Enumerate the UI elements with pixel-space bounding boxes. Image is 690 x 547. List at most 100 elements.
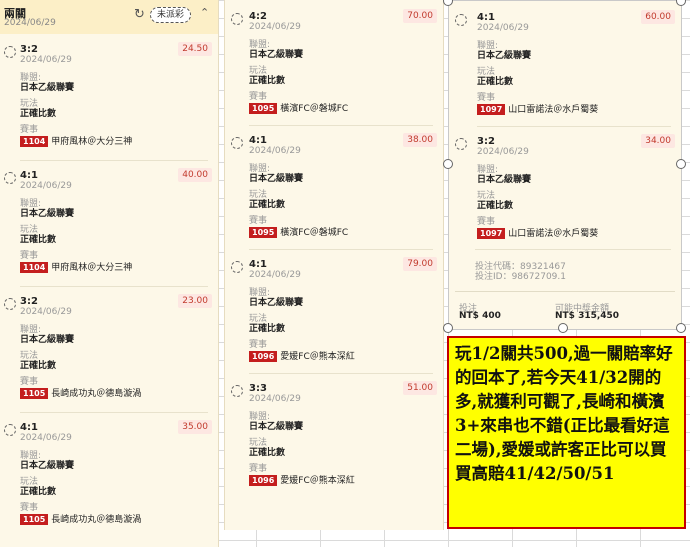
odds-badge: 51.00 <box>403 381 437 395</box>
bet-card[interactable]: 3:2 2024/06/29 23.00 聯盟: 日本乙級聯賽 玩法 正確比數 賽事 1105 長… <box>0 290 218 416</box>
match-teams: 甲府風林＠大分三神 <box>51 137 133 147</box>
odds-badge: 60.00 <box>641 10 675 24</box>
league-value: 日本乙級聯賽 <box>20 83 75 93</box>
league-value: 日本乙級聯賽 <box>249 298 304 308</box>
bet-card[interactable]: 3:2 2024/06/29 24.50 聯盟: 日本乙級聯賽 玩法 正確比數 賽事 1104 甲… <box>0 38 218 164</box>
odds-badge: 34.00 <box>641 134 675 148</box>
league-value: 日本乙級聯賽 <box>249 174 304 184</box>
score: 3:3 <box>249 383 267 394</box>
select-radio[interactable] <box>231 137 243 149</box>
select-radio[interactable] <box>455 138 467 150</box>
select-radio[interactable] <box>4 172 16 184</box>
select-radio[interactable] <box>4 46 16 58</box>
match-teams: 愛媛FC＠熊本深紅 <box>280 476 355 486</box>
match-teams: 愛媛FC＠熊本深紅 <box>280 352 355 362</box>
bet-card[interactable]: 4:1 2024/06/29 38.00 聯盟: 日本乙級聯賽 玩法 正確比數 賽事 1095 橫… <box>225 129 443 253</box>
odds-badge: 38.00 <box>403 133 437 147</box>
stake-value: NT$ 400 <box>459 311 501 321</box>
play-value: 正確比數 <box>477 201 514 211</box>
payout-value: NT$ 315,450 <box>555 311 620 321</box>
match-teams: 長崎成功丸＠德島漩渦 <box>51 515 142 525</box>
annotation-note[interactable]: 玩1/2關共500,過一關賠率好的回本了,若今天41/32開的多,就獲利可觀了,… <box>447 336 686 529</box>
odds-badge: 23.00 <box>178 294 212 308</box>
match-info[interactable]: 1095 橫濱FC＠磐城FC <box>249 101 348 114</box>
match-info[interactable]: 1096 愛媛FC＠熊本深紅 <box>249 473 355 486</box>
odds-badge: 24.50 <box>178 42 212 56</box>
resize-handle-bottom-left[interactable] <box>443 323 453 333</box>
select-radio[interactable] <box>455 14 467 26</box>
select-radio[interactable] <box>231 385 243 397</box>
play-value: 正確比數 <box>249 200 286 210</box>
match-info[interactable]: 1096 愛媛FC＠熊本深紅 <box>249 349 355 362</box>
league-value: 日本乙級聯賽 <box>20 335 75 345</box>
match-date: 2024/06/29 <box>477 23 529 33</box>
league-value: 日本乙級聯賽 <box>20 461 75 471</box>
bet-card[interactable]: 4:1 2024/06/29 79.00 聯盟: 日本乙級聯賽 玩法 正確比數 賽事 1096 愛… <box>225 253 443 377</box>
play-value: 正確比數 <box>20 109 57 119</box>
bet-card[interactable]: 4:2 2024/06/29 70.00 聯盟: 日本乙級聯賽 玩法 正確比數 賽事 1095 橫… <box>225 5 443 129</box>
divider <box>249 373 433 374</box>
score: 4:2 <box>249 11 267 22</box>
match-teams: 山口雷諾法＠水戶蜀葵 <box>508 229 599 239</box>
bet-id: 投注ID：98672709.1 <box>475 272 566 282</box>
match-id-badge: 1095 <box>249 103 278 114</box>
bet-card[interactable]: 4:1 2024/06/29 60.00 聯盟: 日本乙級聯賽 玩法 正確比數 賽事 1097 山… <box>449 6 681 130</box>
match-date: 2024/06/29 <box>249 22 301 32</box>
play-value: 正確比數 <box>20 487 57 497</box>
bet-column-3[interactable]: 4:1 2024/06/29 60.00 聯盟: 日本乙級聯賽 玩法 正確比數 賽事 1097 山… <box>448 0 682 330</box>
select-radio[interactable] <box>4 298 16 310</box>
match-id-badge: 1095 <box>249 227 278 238</box>
bet-column-1: 兩關 2024/06/29 ↻ 未派彩 ⌃ 3:2 2024/06/29 24.50… <box>0 0 219 547</box>
status-badge: 未派彩 <box>150 7 192 23</box>
league-value: 日本乙級聯賽 <box>477 51 532 61</box>
match-info[interactable]: 1105 長崎成功丸＠德島漩渦 <box>20 386 141 399</box>
refresh-icon[interactable]: ↻ <box>134 7 145 22</box>
match-date: 2024/06/29 <box>249 394 301 404</box>
play-value: 正確比數 <box>249 76 286 86</box>
divider <box>20 160 208 161</box>
match-teams: 山口雷諾法＠水戶蜀葵 <box>508 105 599 115</box>
match-teams: 甲府風林＠大分三神 <box>51 263 133 273</box>
odds-badge: 35.00 <box>178 420 212 434</box>
match-info[interactable]: 1097 山口雷諾法＠水戶蜀葵 <box>477 226 598 239</box>
bet-card[interactable]: 3:2 2024/06/29 34.00 聯盟: 日本乙級聯賽 玩法 正確比數 賽事 1097 山… <box>449 130 681 254</box>
play-value: 正確比數 <box>249 448 286 458</box>
score: 4:1 <box>477 12 495 23</box>
resize-handle-top-right[interactable] <box>676 0 686 6</box>
match-id-badge: 1104 <box>20 136 49 147</box>
divider <box>249 249 433 250</box>
match-date: 2024/06/29 <box>249 146 301 156</box>
divider <box>477 126 671 127</box>
select-radio[interactable] <box>231 13 243 25</box>
play-value: 正確比數 <box>249 324 286 334</box>
bet-card[interactable]: 3:3 2024/06/29 51.00 聯盟: 日本乙級聯賽 玩法 正確比數 賽事 1096 愛… <box>225 377 443 501</box>
match-teams: 長崎成功丸＠德島漩渦 <box>51 389 142 399</box>
match-date: 2024/06/29 <box>249 270 301 280</box>
league-value: 日本乙級聯賽 <box>249 422 304 432</box>
bet-card[interactable]: 4:1 2024/06/29 40.00 聯盟: 日本乙級聯賽 玩法 正確比數 賽事 1104 甲… <box>0 164 218 290</box>
chevron-up-icon[interactable]: ⌃ <box>200 6 209 19</box>
match-id-badge: 1105 <box>20 514 49 525</box>
bet-card[interactable]: 4:1 2024/06/29 35.00 聯盟: 日本乙級聯賽 玩法 正確比數 賽事 1105 長… <box>0 416 218 542</box>
match-date: 2024/06/29 <box>20 433 72 443</box>
select-radio[interactable] <box>231 261 243 273</box>
match-info[interactable]: 1105 長崎成功丸＠德島漩渦 <box>20 512 141 525</box>
match-info[interactable]: 1104 甲府風林＠大分三神 <box>20 260 132 273</box>
match-info[interactable]: 1095 橫濱FC＠磐城FC <box>249 225 348 238</box>
league-value: 日本乙級聯賽 <box>249 50 304 60</box>
score: 4:1 <box>249 259 267 270</box>
resize-handle-left[interactable] <box>443 159 453 169</box>
resize-handle-right[interactable] <box>676 159 686 169</box>
match-info[interactable]: 1097 山口雷諾法＠水戶蜀葵 <box>477 102 598 115</box>
divider <box>20 286 208 287</box>
odds-badge: 70.00 <box>403 9 437 23</box>
match-info[interactable]: 1104 甲府風林＠大分三神 <box>20 134 132 147</box>
select-radio[interactable] <box>4 424 16 436</box>
play-value: 正確比數 <box>20 235 57 245</box>
resize-handle-bottom-right[interactable] <box>676 323 686 333</box>
parlay-header[interactable]: 兩關 2024/06/29 ↻ 未派彩 ⌃ <box>0 0 218 34</box>
play-value: 正確比數 <box>477 77 514 87</box>
league-value: 日本乙級聯賽 <box>477 175 532 185</box>
resize-handle-bottom[interactable] <box>558 323 568 333</box>
match-teams: 橫濱FC＠磐城FC <box>280 228 349 238</box>
